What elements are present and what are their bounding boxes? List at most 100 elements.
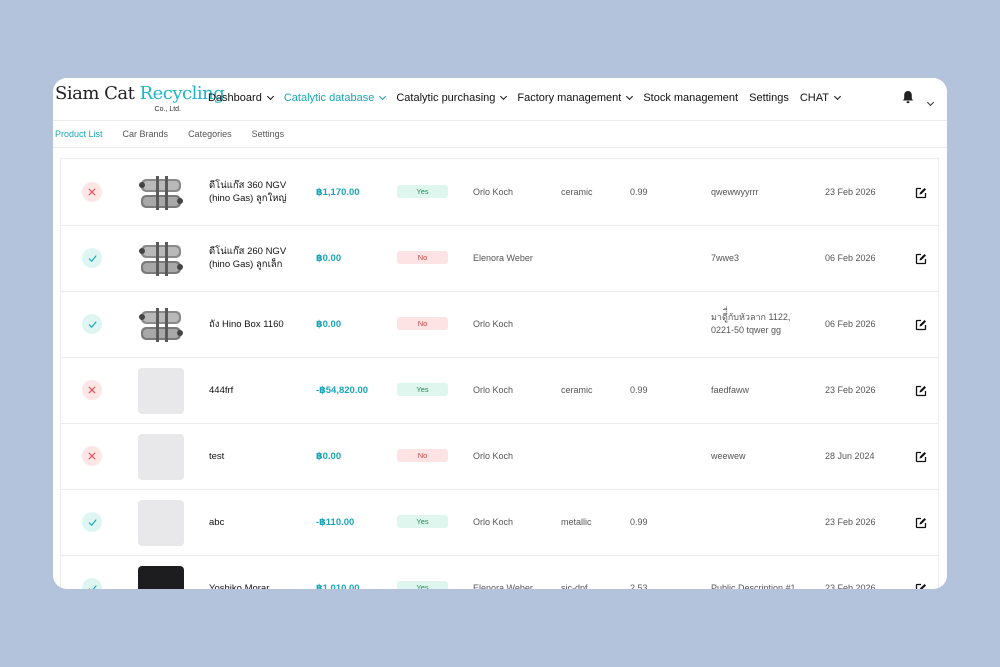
brand-subtitle: Co., Ltd. bbox=[154, 106, 181, 113]
product-owner: Elenora Weber bbox=[473, 583, 533, 589]
product-name[interactable]: ดีโน่แก๊ส 360 NGV (hino Gas) ลูกใหญ่ bbox=[209, 159, 304, 225]
nav-item-settings[interactable]: Settings bbox=[749, 92, 789, 104]
product-date: 23 Feb 2026 bbox=[825, 583, 876, 589]
close-icon[interactable] bbox=[82, 182, 102, 202]
chevron-down-icon bbox=[266, 92, 274, 101]
nav-item-label: CHAT bbox=[799, 92, 829, 104]
product-ratio: 0.99 bbox=[630, 187, 648, 197]
edit-icon[interactable] bbox=[915, 252, 927, 265]
close-icon[interactable] bbox=[82, 446, 102, 466]
product-owner: Orlo Koch bbox=[473, 187, 514, 197]
product-price: -฿110.00 bbox=[316, 516, 355, 528]
chevron-down-icon bbox=[626, 92, 634, 101]
product-owner: Orlo Koch bbox=[473, 517, 514, 527]
product-price: -฿54,820.00 bbox=[316, 384, 369, 396]
product-description: faedfaww bbox=[711, 384, 750, 395]
product-material: sic-dpf bbox=[561, 583, 588, 589]
public-badge: Yes bbox=[397, 383, 448, 396]
edit-icon[interactable] bbox=[915, 186, 927, 199]
product-owner: Orlo Koch bbox=[473, 319, 514, 329]
nav-item-chat[interactable]: CHAT bbox=[799, 92, 842, 104]
nav-item-dashboard[interactable]: Dashboard bbox=[208, 92, 274, 104]
product-name[interactable]: abc bbox=[209, 489, 304, 555]
product-name[interactable]: 444frf bbox=[209, 357, 304, 423]
edit-icon[interactable] bbox=[915, 318, 927, 331]
nav-item-stock-management[interactable]: Stock management bbox=[643, 92, 738, 104]
app-window: Siam Cat Recycling Co., Ltd. Dashboard Ca… bbox=[53, 78, 947, 589]
chevron-down-icon bbox=[500, 92, 508, 101]
table-row[interactable]: ดีโน่แก๊ส 360 NGV (hino Gas) ลูกใหญ่ ฿1,… bbox=[61, 159, 938, 226]
bell-icon[interactable] bbox=[902, 90, 914, 104]
product-thumbnail bbox=[138, 500, 184, 546]
subnav-tab-categories[interactable]: Categories bbox=[188, 129, 232, 139]
edit-icon[interactable] bbox=[915, 582, 927, 589]
product-owner: Orlo Koch bbox=[473, 451, 514, 461]
product-ratio: 2.53 bbox=[630, 583, 648, 589]
main-nav: Dashboard Catalytic database Catalytic pur… bbox=[208, 78, 851, 118]
product-thumbnail bbox=[138, 434, 184, 480]
product-description: 7wwe3 bbox=[711, 252, 740, 263]
public-badge: No bbox=[397, 251, 448, 264]
user-menu-chevron-icon[interactable] bbox=[926, 92, 935, 110]
product-description: qwewwyyrrr bbox=[711, 186, 759, 197]
product-thumbnail bbox=[138, 170, 184, 216]
edit-icon[interactable] bbox=[915, 384, 927, 397]
subnav-tab-product-list[interactable]: Product List bbox=[55, 129, 103, 139]
chevron-down-icon bbox=[379, 92, 387, 101]
brand-logo[interactable]: Siam Cat Recycling Co., Ltd. bbox=[55, 82, 225, 116]
table-row[interactable]: Yoshiko Morar ฿1,010.00 Yes Elenora Webe… bbox=[61, 555, 938, 589]
table-row[interactable]: abc -฿110.00 Yes Orlo Koch metallic 0.99… bbox=[61, 489, 938, 556]
product-price: ฿1,170.00 bbox=[316, 186, 360, 198]
product-table: ดีโน่แก๊ส 360 NGV (hino Gas) ลูกใหญ่ ฿1,… bbox=[60, 158, 939, 589]
edit-icon[interactable] bbox=[915, 450, 927, 463]
subnav-tab-car-brands[interactable]: Car Brands bbox=[123, 129, 169, 139]
product-material: ceramic bbox=[561, 187, 593, 197]
product-description: Public Description #1 bbox=[711, 582, 796, 590]
product-date: 06 Feb 2026 bbox=[825, 319, 876, 329]
product-owner: Orlo Koch bbox=[473, 385, 514, 395]
product-price: ฿0.00 bbox=[316, 318, 342, 330]
product-ratio: 0.99 bbox=[630, 517, 648, 527]
product-name[interactable]: Yoshiko Morar bbox=[209, 555, 304, 590]
product-thumbnail bbox=[138, 302, 184, 348]
nav-item-label: Factory management bbox=[517, 92, 622, 104]
nav-item-label: Catalytic database bbox=[283, 92, 375, 104]
top-navigation-bar: Siam Cat Recycling Co., Ltd. Dashboard Ca… bbox=[53, 78, 947, 121]
table-row[interactable]: 444frf -฿54,820.00 Yes Orlo Koch ceramic… bbox=[61, 357, 938, 424]
nav-item-factory-management[interactable]: Factory management bbox=[517, 92, 634, 104]
product-thumbnail bbox=[138, 236, 184, 282]
nav-item-catalytic-purchasing[interactable]: Catalytic purchasing bbox=[396, 92, 508, 104]
check-icon[interactable] bbox=[82, 512, 102, 532]
product-ratio: 0.99 bbox=[630, 385, 648, 395]
check-icon[interactable] bbox=[82, 248, 102, 268]
public-badge: Yes bbox=[397, 185, 448, 198]
brand-name: Siam Cat Recycling bbox=[55, 83, 225, 104]
public-badge: Yes bbox=[397, 581, 448, 589]
product-name[interactable]: ถัง Hino Box 1160 bbox=[209, 291, 304, 357]
nav-item-label: Stock management bbox=[643, 92, 739, 104]
product-thumbnail bbox=[138, 368, 184, 414]
product-price: ฿1,010.00 bbox=[316, 582, 360, 590]
public-badge: No bbox=[397, 317, 448, 330]
product-price: ฿0.00 bbox=[316, 252, 342, 264]
nav-item-catalytic-database[interactable]: Catalytic database bbox=[283, 92, 387, 104]
public-badge: No bbox=[397, 449, 448, 462]
product-name[interactable]: ดีโน่แก๊ส 260 NGV (hino Gas) ลูกเล็ก bbox=[209, 225, 304, 291]
product-name[interactable]: test bbox=[209, 423, 304, 489]
nav-item-label: Dashboard bbox=[208, 92, 262, 104]
check-icon[interactable] bbox=[82, 314, 102, 334]
table-row[interactable]: ดีโน่แก๊ส 260 NGV (hino Gas) ลูกเล็ก ฿0.… bbox=[61, 225, 938, 292]
check-icon[interactable] bbox=[82, 578, 102, 589]
subnav-tab-settings[interactable]: Settings bbox=[252, 129, 285, 139]
close-icon[interactable] bbox=[82, 380, 102, 400]
brand-name-part1: Siam Cat bbox=[55, 83, 140, 104]
product-owner: Elenora Weber bbox=[473, 253, 533, 263]
product-date: 23 Feb 2026 bbox=[825, 385, 876, 395]
product-date: 23 Feb 2026 bbox=[825, 187, 876, 197]
sub-navigation: Product List Car Brands Categories Settings bbox=[53, 121, 947, 148]
table-row[interactable]: test ฿0.00 No Orlo Koch weewew 28 Jun 20… bbox=[61, 423, 938, 490]
product-date: 28 Jun 2024 bbox=[825, 451, 875, 461]
edit-icon[interactable] bbox=[915, 516, 927, 529]
product-thumbnail bbox=[138, 566, 184, 589]
table-row[interactable]: ถัง Hino Box 1160 ฿0.00 No Orlo Koch มาด… bbox=[61, 291, 938, 358]
